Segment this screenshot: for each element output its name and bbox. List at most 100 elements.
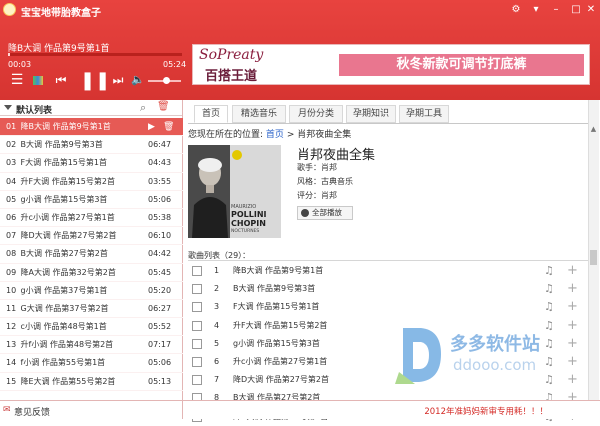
- song-checkbox[interactable]: [192, 302, 202, 313]
- previous-button[interactable]: ⏮: [54, 73, 68, 87]
- album-singer: 歌手：肖邦: [297, 162, 337, 173]
- add-icon[interactable]: +: [567, 298, 578, 316]
- singer-label: 歌手：: [297, 163, 321, 172]
- banner-brand: SoPreaty: [199, 47, 264, 63]
- delete-icon[interactable]: 🗑: [157, 101, 170, 112]
- pause-button[interactable]: ❚❚: [80, 70, 110, 92]
- row-delete-icon[interactable]: 🗑: [163, 118, 174, 136]
- tab-month-category[interactable]: 月份分类: [289, 105, 343, 123]
- style-label: 风格：: [297, 177, 321, 186]
- playlist-row[interactable]: 04 升F大调 作品第15号第2首 03:55: [0, 173, 183, 191]
- row-title: g小调 作品第15号第3首: [20, 194, 108, 204]
- next-button[interactable]: ⏭: [111, 73, 125, 87]
- settings-icon[interactable]: ⚙: [507, 2, 525, 17]
- playlist-row[interactable]: 02 B大调 作品第9号第3首 06:47: [0, 136, 183, 155]
- row-number: 14: [6, 358, 17, 368]
- ad-banner[interactable]: SoPreaty 百搭王道 秋冬新款可调节打底裤: [192, 44, 590, 85]
- song-title[interactable]: g小调 作品第15号第3首: [233, 335, 320, 353]
- feedback-link[interactable]: 意见反馈: [14, 405, 50, 418]
- collapse-triangle-icon[interactable]: [4, 105, 12, 110]
- song-checkbox[interactable]: [192, 338, 202, 349]
- song-checkbox[interactable]: [192, 356, 202, 367]
- add-icon[interactable]: +: [567, 262, 578, 280]
- row-number: 11: [6, 303, 17, 313]
- scroll-thumb[interactable]: [590, 250, 597, 265]
- playlist-row[interactable]: 09 降A大调 作品第32号第2首 05:45: [0, 264, 183, 282]
- song-row[interactable]: 3 F大调 作品第15号第1首 ♫ +: [188, 298, 586, 316]
- music-note-icon[interactable]: ♫: [544, 317, 554, 335]
- row-title: 升F大调 作品第15号第2首: [20, 176, 115, 186]
- playlist-row[interactable]: 07 降D大调 作品第27号第2首 06:10: [0, 227, 183, 246]
- music-note-icon[interactable]: ♫: [544, 371, 554, 389]
- song-row[interactable]: 5 g小调 作品第15号第3首 ♫ +: [188, 335, 586, 353]
- row-number: 04: [6, 176, 17, 186]
- row-duration: 05:20: [148, 285, 172, 295]
- music-note-icon[interactable]: ♫: [544, 280, 554, 298]
- song-title[interactable]: 降B大调 作品第9号第1首: [233, 262, 323, 280]
- add-icon[interactable]: +: [567, 371, 578, 389]
- content-panel: 首页 精选音乐 月份分类 孕期知识 孕期工具 您现在所在的位置: 首页 > 肖邦…: [184, 100, 600, 424]
- tab-pregnancy-tools[interactable]: 孕期工具: [399, 105, 449, 123]
- song-number: 4: [214, 320, 220, 330]
- row-title: c小调 作品第48号第1首: [20, 322, 107, 332]
- song-title[interactable]: 升c小调 作品第27号第1首: [233, 353, 327, 371]
- volume-icon[interactable]: 🔈: [131, 74, 145, 86]
- tab-featured-music[interactable]: 精选音乐: [232, 105, 286, 123]
- song-checkbox[interactable]: [192, 375, 202, 386]
- music-note-icon[interactable]: ♫: [544, 298, 554, 316]
- music-note-icon[interactable]: ♫: [544, 353, 554, 371]
- play-all-button[interactable]: 全部播放: [297, 206, 353, 220]
- breadcrumb-home-link[interactable]: 首页: [266, 130, 284, 140]
- song-row[interactable]: 6 升c小调 作品第27号第1首 ♫ +: [188, 353, 586, 371]
- add-icon[interactable]: +: [567, 353, 578, 371]
- playlist-row[interactable]: 10 g小调 作品第37号第1首 05:20: [0, 282, 183, 300]
- minimize-button[interactable]: –: [547, 2, 565, 17]
- row-number: 08: [6, 249, 17, 259]
- song-checkbox[interactable]: [192, 320, 202, 331]
- playlist-row[interactable]: 01 降B大调 作品第9号第1首 ▶ 🗑: [0, 118, 183, 137]
- playlist-row[interactable]: 11 G大调 作品第37号第2首 06:27: [0, 300, 183, 319]
- add-icon[interactable]: +: [567, 335, 578, 353]
- row-duration: 06:47: [148, 140, 172, 150]
- add-icon[interactable]: +: [567, 280, 578, 298]
- song-row[interactable]: 2 B大调 作品第9号第3首 ♫ +: [188, 280, 586, 298]
- scroll-up-arrow-icon[interactable]: ▲: [588, 125, 599, 135]
- status-message: 2012年准妈妈新审专用耗！！！: [424, 407, 548, 417]
- music-note-icon[interactable]: ♫: [544, 335, 554, 353]
- close-button[interactable]: ✕: [582, 2, 600, 17]
- tab-pregnancy-knowledge[interactable]: 孕期知识: [346, 105, 396, 123]
- playlist-menu-icon[interactable]: ☰: [9, 72, 25, 88]
- song-title[interactable]: 升F大调 作品第15号第2首: [233, 317, 327, 335]
- playlist-row[interactable]: 13 升f小调 作品第48号第2首 07:17: [0, 336, 183, 355]
- row-duration: 05:52: [148, 322, 172, 332]
- song-checkbox[interactable]: [192, 284, 202, 295]
- song-title[interactable]: F大调 作品第15号第1首: [233, 298, 319, 316]
- song-row[interactable]: 4 升F大调 作品第15号第2首 ♫ +: [188, 317, 586, 335]
- song-row[interactable]: 7 降D大调 作品第27号第2首 ♫ +: [188, 371, 586, 389]
- song-row[interactable]: 1 降B大调 作品第9号第1首 ♫ +: [188, 262, 586, 280]
- progress-bar[interactable]: [8, 53, 182, 56]
- search-icon[interactable]: ⌕: [140, 101, 146, 115]
- tab-home[interactable]: 首页: [194, 105, 228, 123]
- skin-icon[interactable]: [33, 76, 43, 85]
- playlist-row[interactable]: 05 g小调 作品第15号第3首 05:06: [0, 191, 183, 209]
- row-duration: 05:06: [148, 194, 172, 204]
- album-cover: MAURIZIO POLLINI CHOPIN NOCTURNES: [188, 145, 281, 238]
- menu-dropdown-icon[interactable]: ▾: [527, 2, 545, 17]
- song-title[interactable]: B大调 作品第9号第3首: [233, 280, 315, 298]
- playlist-row[interactable]: 03 F大调 作品第15号第1首 04:43: [0, 154, 183, 173]
- song-checkbox[interactable]: [192, 266, 202, 276]
- music-note-icon[interactable]: ♫: [544, 262, 554, 280]
- row-number: 12: [6, 322, 17, 332]
- playlist-row[interactable]: 08 B大调 作品第27号第2首 04:42: [0, 245, 183, 264]
- volume-knob[interactable]: [163, 77, 170, 84]
- playlist-row[interactable]: 15 降E大调 作品第55号第2首 05:13: [0, 373, 183, 391]
- add-icon[interactable]: +: [567, 317, 578, 335]
- playlist-row[interactable]: 14 f小调 作品第55号第1首 05:06: [0, 354, 183, 373]
- song-title[interactable]: 降D大调 作品第27号第2首: [233, 371, 329, 389]
- playlist-panel: 默认列表 ⌕ 🗑 01 降B大调 作品第9号第1首 ▶ 🗑 02 B大调 作品第9号第…: [0, 100, 183, 400]
- playlist-row[interactable]: 12 c小调 作品第48号第1首 05:52: [0, 318, 183, 337]
- total-time: 05:24: [163, 60, 187, 69]
- row-play-icon[interactable]: ▶: [148, 118, 155, 136]
- playlist-row[interactable]: 06 升c小调 作品第27号第1首 05:38: [0, 209, 183, 228]
